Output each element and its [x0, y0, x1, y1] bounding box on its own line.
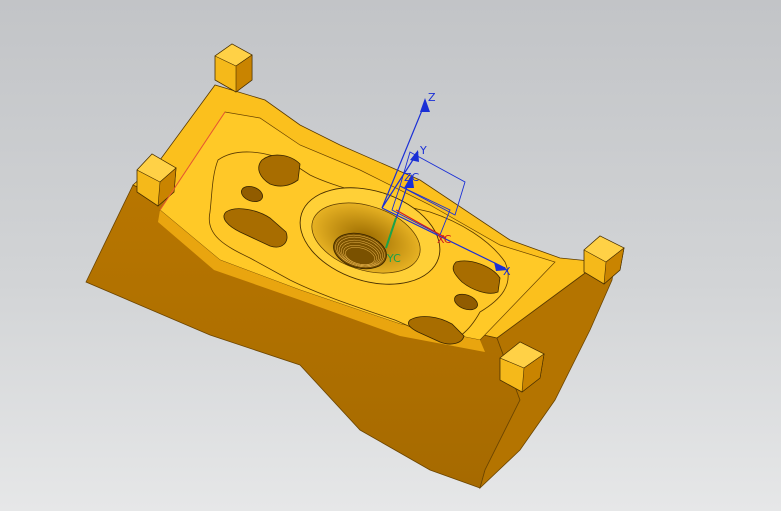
mcs-yc-label: YC	[386, 252, 401, 265]
cad-model-view[interactable]: Z Y X ZC YC XC	[0, 0, 781, 511]
wcs-y-label: Y	[419, 144, 427, 157]
mcs-xc-label: XC	[437, 233, 452, 246]
corner-lug-top-left[interactable]	[214, 43, 253, 93]
wcs-x-label: X	[503, 265, 511, 278]
mcs-zc-label: ZC	[404, 171, 420, 184]
graphics-viewport[interactable]: Z Y X ZC YC XC	[0, 0, 781, 511]
machined-part[interactable]	[85, 43, 625, 490]
wcs-z-label: Z	[428, 91, 436, 104]
